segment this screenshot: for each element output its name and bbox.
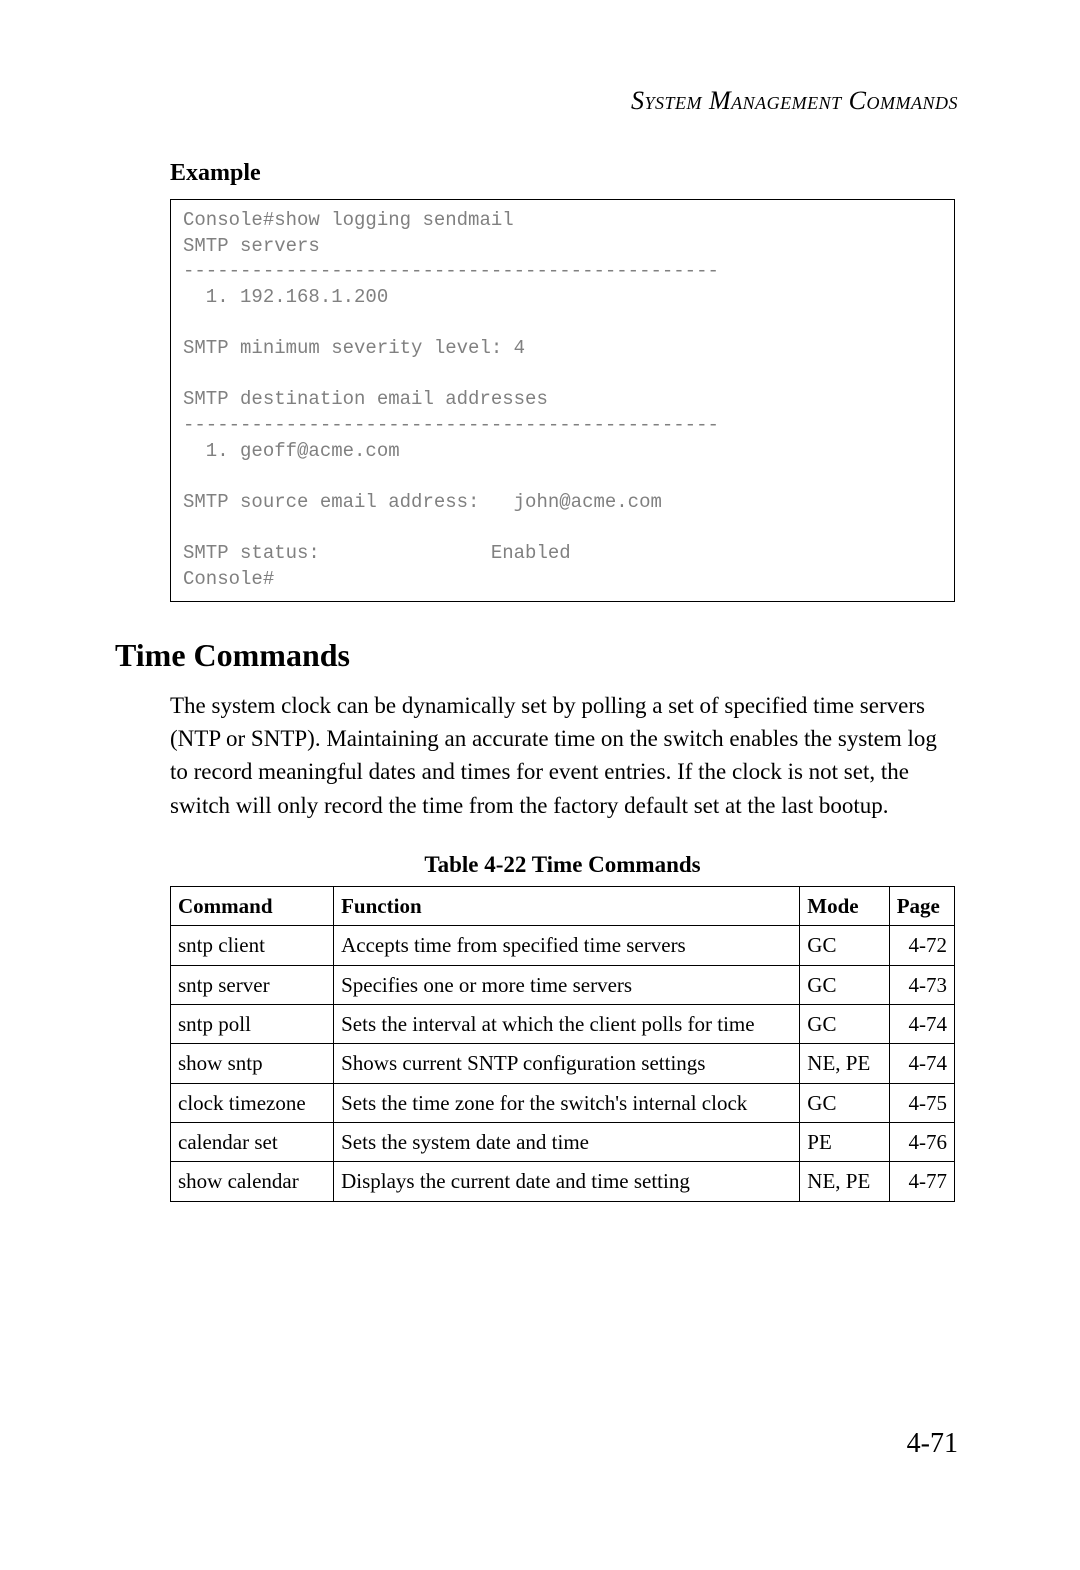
table-header-function: Function: [334, 886, 800, 925]
example-heading: Example: [170, 160, 955, 187]
cell-command: show sntp: [171, 1044, 334, 1083]
cell-page: 4-76: [889, 1123, 954, 1162]
table-header-row: Command Function Mode Page: [171, 886, 955, 925]
console-output: Console#show logging sendmail SMTP serve…: [170, 199, 955, 602]
table-caption: Table 4-22 Time Commands: [170, 852, 955, 878]
table-row: clock timezoneSets the time zone for the…: [171, 1083, 955, 1122]
table-header-mode: Mode: [800, 886, 889, 925]
cell-page: 4-72: [889, 926, 954, 965]
cell-function: Sets the system date and time: [334, 1123, 800, 1162]
table-row: sntp pollSets the interval at which the …: [171, 1005, 955, 1044]
page-header: System Management Commands: [631, 86, 958, 116]
cell-mode: GC: [800, 1083, 889, 1122]
cell-mode: NE, PE: [800, 1162, 889, 1201]
table-row: sntp serverSpecifies one or more time se…: [171, 965, 955, 1004]
cell-page: 4-74: [889, 1044, 954, 1083]
cell-mode: PE: [800, 1123, 889, 1162]
command-table: Command Function Mode Page sntp clientAc…: [170, 886, 955, 1202]
table-row: show calendarDisplays the current date a…: [171, 1162, 955, 1201]
cell-command: clock timezone: [171, 1083, 334, 1122]
section-heading: Time Commands: [115, 637, 955, 674]
cell-page: 4-74: [889, 1005, 954, 1044]
cell-function: Sets the time zone for the switch's inte…: [334, 1083, 800, 1122]
cell-function: Accepts time from specified time servers: [334, 926, 800, 965]
page-number: 4-71: [907, 1428, 958, 1460]
cell-function: Specifies one or more time servers: [334, 965, 800, 1004]
cell-command: sntp poll: [171, 1005, 334, 1044]
cell-function: Shows current SNTP configuration setting…: [334, 1044, 800, 1083]
table-row: sntp clientAccepts time from specified t…: [171, 926, 955, 965]
table-row: calendar setSets the system date and tim…: [171, 1123, 955, 1162]
cell-page: 4-73: [889, 965, 954, 1004]
cell-page: 4-75: [889, 1083, 954, 1122]
table-row: show sntpShows current SNTP configuratio…: [171, 1044, 955, 1083]
cell-command: calendar set: [171, 1123, 334, 1162]
cell-mode: GC: [800, 965, 889, 1004]
table-header-page: Page: [889, 886, 954, 925]
cell-command: sntp server: [171, 965, 334, 1004]
cell-command: show calendar: [171, 1162, 334, 1201]
cell-function: Displays the current date and time setti…: [334, 1162, 800, 1201]
cell-mode: GC: [800, 1005, 889, 1044]
section-body: The system clock can be dynamically set …: [170, 689, 955, 822]
cell-command: sntp client: [171, 926, 334, 965]
cell-mode: NE, PE: [800, 1044, 889, 1083]
page-content: Example Console#show logging sendmail SM…: [115, 160, 955, 1202]
cell-page: 4-77: [889, 1162, 954, 1201]
cell-mode: GC: [800, 926, 889, 965]
table-header-command: Command: [171, 886, 334, 925]
cell-function: Sets the interval at which the client po…: [334, 1005, 800, 1044]
